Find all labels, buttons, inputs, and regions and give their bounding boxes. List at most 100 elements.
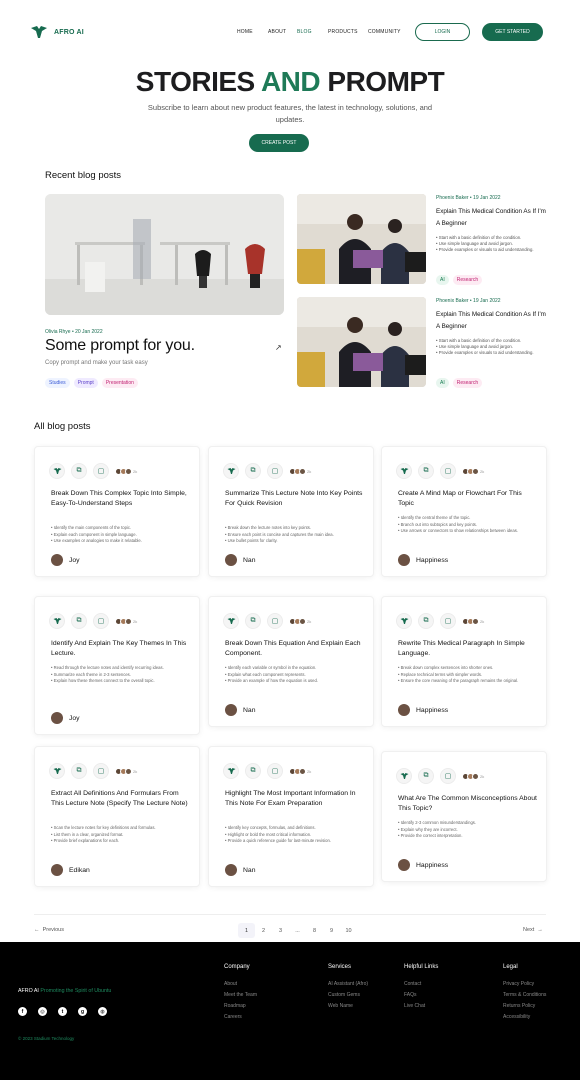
chat-icon[interactable]: ▢	[440, 768, 456, 784]
nav-about[interactable]: ABOUT	[268, 29, 297, 35]
side-post-title[interactable]: Explain This Medical Condition As If I'm…	[436, 206, 546, 230]
copy-icon[interactable]: ⧉	[71, 763, 87, 779]
footer-link[interactable]: AI Assistant (Afro)	[328, 979, 368, 990]
card-title[interactable]: Break Down This Equation And Explain Eac…	[225, 639, 365, 659]
brand-mark-icon[interactable]	[49, 463, 65, 479]
blog-card[interactable]: ⧉ ▢ 2k What Are The Common Misconceptions A…	[381, 751, 547, 882]
footer-link[interactable]: Terms & Conditions	[503, 990, 546, 1001]
featured-post-title[interactable]: Some prompt for you.	[45, 337, 195, 355]
card-title[interactable]: Summarize This Lecture Note Into Key Poi…	[225, 489, 365, 509]
footer-link[interactable]: Careers	[224, 1012, 257, 1023]
featured-post-image[interactable]	[45, 194, 284, 315]
tag-prompt[interactable]: Prompt	[73, 378, 98, 388]
arrow-up-right-icon[interactable]: ↗	[275, 343, 282, 352]
page-button[interactable]: 3	[272, 923, 289, 938]
side-post-image[interactable]	[297, 297, 426, 387]
blog-card[interactable]: ⧉ ▢ 2k Break Down This Equation And Explain…	[208, 596, 374, 727]
brand-mark-icon[interactable]	[49, 613, 65, 629]
tag-ai[interactable]: AI	[436, 275, 449, 285]
card-author[interactable]: Nan	[225, 554, 255, 566]
page-button[interactable]: 9	[323, 923, 340, 938]
chat-icon[interactable]: ▢	[93, 763, 109, 779]
create-post-button[interactable]: CREATE POST	[249, 134, 309, 152]
card-author[interactable]: Happiness	[398, 554, 448, 566]
card-author[interactable]: Joy	[51, 554, 80, 566]
nav-products[interactable]: PRODUCTS	[328, 29, 368, 35]
blog-card[interactable]: ⧉ ▢ 2k Identify And Explain The Key Themes …	[34, 596, 200, 735]
copy-icon[interactable]: ⧉	[418, 463, 434, 479]
twitter-icon[interactable]: t	[58, 1007, 67, 1016]
nav-home[interactable]: HOME	[237, 29, 268, 35]
card-author[interactable]: Nan	[225, 864, 255, 876]
copy-icon[interactable]: ⧉	[418, 768, 434, 784]
nav-blog[interactable]: BLOG	[297, 29, 328, 35]
page-button[interactable]: 10	[340, 923, 357, 938]
card-title[interactable]: Create A Mind Map or Flowchart For This …	[398, 489, 538, 509]
card-title[interactable]: Extract All Definitions And Formulars Fr…	[51, 789, 191, 809]
brand-mark-icon[interactable]	[223, 463, 239, 479]
footer-link[interactable]: Accessibility	[503, 1012, 546, 1023]
side-post-image[interactable]	[297, 194, 426, 284]
blog-card[interactable]: ⧉ ▢ 2k Summarize This Lecture Note Into Key…	[208, 446, 374, 577]
chat-icon[interactable]: ▢	[93, 613, 109, 629]
copy-icon[interactable]: ⧉	[71, 613, 87, 629]
dribbble-icon[interactable]: ◍	[98, 1007, 107, 1016]
get-started-button[interactable]: GET STARTED	[482, 23, 543, 41]
chat-icon[interactable]: ▢	[267, 763, 283, 779]
chat-icon[interactable]: ▢	[440, 463, 456, 479]
previous-button[interactable]: ← Previous	[34, 927, 64, 933]
blog-card[interactable]: ⧉ ▢ 2k Break Down This Complex Topic Into S…	[34, 446, 200, 577]
footer-link[interactable]: Meet the Team	[224, 990, 257, 1001]
brand-mark-icon[interactable]	[396, 768, 412, 784]
nav-community[interactable]: COMMUNITY	[368, 29, 408, 35]
footer-link[interactable]: Returns Policy	[503, 1001, 546, 1012]
instagram-icon[interactable]: ◎	[38, 1007, 47, 1016]
copy-icon[interactable]: ⧉	[418, 613, 434, 629]
blog-card[interactable]: ⧉ ▢ 2k Rewrite This Medical Paragraph In Si…	[381, 596, 547, 727]
tag-research[interactable]: Research	[452, 275, 483, 285]
brand-mark-icon[interactable]	[49, 763, 65, 779]
tag-studies[interactable]: Studies	[45, 378, 70, 388]
side-post-title[interactable]: Explain This Medical Condition As If I'm…	[436, 309, 546, 333]
copy-icon[interactable]: ⧉	[245, 763, 261, 779]
brand-mark-icon[interactable]	[223, 613, 239, 629]
tag-ai[interactable]: AI	[436, 378, 449, 388]
brand-logo[interactable]: AFRO AI	[30, 25, 84, 39]
tag-research[interactable]: Research	[452, 378, 483, 388]
footer-link[interactable]: Web Name	[328, 1001, 368, 1012]
chat-icon[interactable]: ▢	[267, 613, 283, 629]
card-author[interactable]: Happiness	[398, 859, 448, 871]
page-button[interactable]: 2	[255, 923, 272, 938]
card-author[interactable]: Happiness	[398, 704, 448, 716]
card-author[interactable]: Edikan	[51, 864, 90, 876]
card-title[interactable]: What Are The Common Misconceptions About…	[398, 794, 538, 814]
brand-mark-icon[interactable]	[223, 763, 239, 779]
tag-presentation[interactable]: Presentation	[101, 378, 138, 388]
next-button[interactable]: Next →	[523, 927, 543, 933]
footer-link[interactable]: Privacy Policy	[503, 979, 546, 990]
login-button[interactable]: LOGIN	[415, 23, 470, 41]
brand-mark-icon[interactable]	[396, 613, 412, 629]
copy-icon[interactable]: ⧉	[245, 463, 261, 479]
blog-card[interactable]: ⧉ ▢ 2k Extract All Definitions And Formular…	[34, 746, 200, 887]
card-author[interactable]: Joy	[51, 712, 80, 724]
copy-icon[interactable]: ⧉	[245, 613, 261, 629]
card-title[interactable]: Highlight The Most Important Information…	[225, 789, 365, 809]
page-button[interactable]: 1	[238, 923, 255, 938]
chat-icon[interactable]: ▢	[93, 463, 109, 479]
card-title[interactable]: Break Down This Complex Topic Into Simpl…	[51, 489, 191, 509]
footer-link[interactable]: FAQs	[404, 990, 438, 1001]
page-button[interactable]: 8	[306, 923, 323, 938]
chat-icon[interactable]: ▢	[440, 613, 456, 629]
blog-card[interactable]: ⧉ ▢ 2k Create A Mind Map or Flowchart For T…	[381, 446, 547, 577]
card-title[interactable]: Rewrite This Medical Paragraph In Simple…	[398, 639, 538, 659]
brand-mark-icon[interactable]	[396, 463, 412, 479]
footer-link[interactable]: Roadmap	[224, 1001, 257, 1012]
copy-icon[interactable]: ⧉	[71, 463, 87, 479]
github-icon[interactable]: g	[78, 1007, 87, 1016]
blog-card[interactable]: ⧉ ▢ 2k Highlight The Most Important Informa…	[208, 746, 374, 887]
card-title[interactable]: Identify And Explain The Key Themes In T…	[51, 639, 191, 659]
footer-link[interactable]: Custom Gems	[328, 990, 368, 1001]
footer-link[interactable]: Contact	[404, 979, 438, 990]
footer-link[interactable]: About	[224, 979, 257, 990]
